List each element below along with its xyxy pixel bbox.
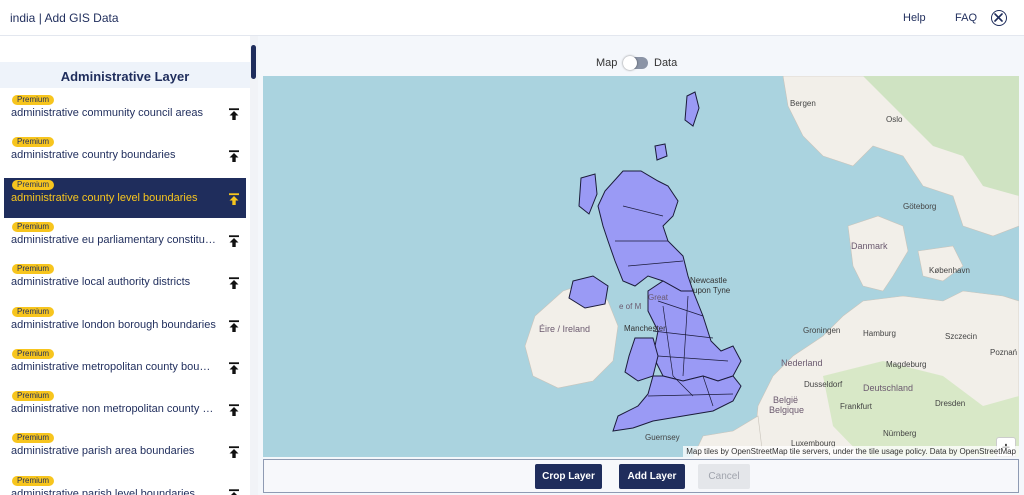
map-canvas[interactable]: Bergen Oslo Göteborg Danmark København N… [263,76,1019,457]
layer-item[interactable]: Premium administrative non metropolitan c… [4,389,246,429]
map-label-goteborg: Göteborg [903,202,936,211]
map-label-poznan: Poznań [990,348,1017,357]
crop-layer-button[interactable]: Crop Layer [535,464,602,489]
map-label-kobenhavn: København [929,266,970,275]
close-icon [994,13,1003,22]
layer-item-label: administrative parish level boundaries [11,488,196,495]
layer-item-label: administrative country boundaries [11,149,176,161]
premium-badge: Premium [12,95,55,105]
layer-item[interactable]: Premium administrative london borough bou… [4,305,246,345]
map-label-hamburg: Hamburg [863,329,896,338]
layer-item-label: administrative parish area boundaries [11,445,195,457]
layer-item[interactable]: Premium administrative parish area bounda… [4,431,246,471]
map-label-belgie: België [773,395,798,405]
layer-item[interactable]: Premium administrative local authority di… [4,262,246,302]
cancel-button[interactable]: Cancel [698,464,750,489]
map-label-dresden: Dresden [935,399,965,408]
uk-county-layer[interactable] [568,91,742,432]
layer-item-label: administrative local authority districts [11,276,191,288]
upload-icon[interactable] [228,150,240,163]
map-label-oslo: Oslo [886,115,903,124]
map-label-great: Great [648,293,669,302]
region-wales [624,337,659,382]
toggle-map-label: Map [596,57,618,69]
map-label-manchester: Manchester [624,324,666,333]
view-toggle: Map Data [258,56,1024,72]
layer-item[interactable]: Premium administrative eu parliamentary c… [4,220,246,260]
premium-badge: Premium [12,433,55,443]
map-label-nurnberg: Nürnberg [883,429,916,438]
map-label-eire: Éire / Ireland [539,324,590,334]
map-label-szczecin: Szczecin [945,332,977,341]
map-label-dusseldorf: Dusseldorf [804,380,843,389]
upload-icon[interactable] [228,404,240,417]
upload-icon[interactable] [228,193,240,206]
map-data-toggle[interactable] [623,56,648,70]
toggle-data-label: Data [654,57,678,69]
sidebar-scroll-thumb[interactable] [251,45,256,79]
premium-badge: Premium [12,264,55,274]
add-layer-button[interactable]: Add Layer [619,464,685,489]
region-england-south [612,375,742,432]
layer-item-label: administrative county level boundaries [11,192,198,204]
map-label-belgique: Belgique [769,405,804,415]
sidebar-title: Administrative Layer [60,69,190,84]
map-attribution: Map tiles by OpenStreetMap tile servers,… [683,446,1019,457]
help-link[interactable]: Help [903,12,926,24]
region-scotland [597,170,694,292]
layer-item[interactable]: Premium administrative parish level bound… [4,474,246,495]
region-orkney [654,143,668,161]
page-title: india | Add GIS Data [10,11,119,25]
sidebar-scrollbar[interactable] [250,36,258,495]
map-label-isle-of-man: e of M [619,302,642,311]
layer-item[interactable]: Premium administrative community council … [4,93,246,133]
map-label-upon-tyne: upon Tyne [693,286,731,295]
premium-badge: Premium [12,476,55,486]
map-label-frankfurt: Frankfurt [840,402,873,411]
upload-icon[interactable] [228,277,240,290]
layer-item-label: administrative community council areas [11,107,203,119]
map-label-newcastle: Newcastle [690,276,727,285]
layer-item[interactable]: Premium administrative country boundaries [4,135,246,175]
upload-icon[interactable] [228,446,240,459]
action-bar: Crop Layer Add Layer Cancel [263,459,1019,493]
map-label-guernsey: Guernsey [645,433,680,442]
map-label-deutschland: Deutschland [863,383,913,393]
layer-item[interactable]: Premium administrative county level bound… [4,178,246,218]
region-shetland [684,91,700,127]
region-hebrides [578,173,598,215]
map-label-bergen: Bergen [790,99,816,108]
map-panel: Map Data Bergen Oslo Göteborg Danmark Kø… [258,36,1024,495]
premium-badge: Premium [12,391,55,401]
upload-icon[interactable] [228,108,240,121]
premium-badge: Premium [12,222,55,232]
upload-icon[interactable] [228,489,240,495]
toggle-knob [623,56,637,70]
upload-icon[interactable] [228,235,240,248]
upload-icon[interactable] [228,362,240,375]
layer-item-label: administrative eu parliamentary constitu… [11,234,216,246]
map-label-danmark: Danmark [851,241,888,251]
layer-item[interactable]: Premium administrative metropolitan count… [4,347,246,387]
layer-item-label: administrative metropolitan county bound… [11,361,216,373]
faq-link[interactable]: FAQ [955,12,977,24]
map-label-magdeburg: Magdeburg [886,360,926,369]
layer-sidebar: Administrative Layer Premium administrati… [0,36,250,495]
map-label-groningen: Groningen [803,326,840,335]
map-view[interactable]: Bergen Oslo Göteborg Danmark København N… [263,76,1019,457]
premium-badge: Premium [12,349,55,359]
top-bar: india | Add GIS Data Help FAQ [0,0,1024,36]
premium-badge: Premium [12,180,55,190]
land-denmark [847,215,909,292]
close-button[interactable] [991,10,1007,26]
layer-item-label: administrative london borough boundaries [11,319,216,331]
premium-badge: Premium [12,307,55,317]
premium-badge: Premium [12,137,55,147]
map-label-nederland: Nederland [781,358,823,368]
land-zealand [917,245,964,282]
layer-item-label: administrative non metropolitan county b… [11,403,216,415]
upload-icon[interactable] [228,320,240,333]
